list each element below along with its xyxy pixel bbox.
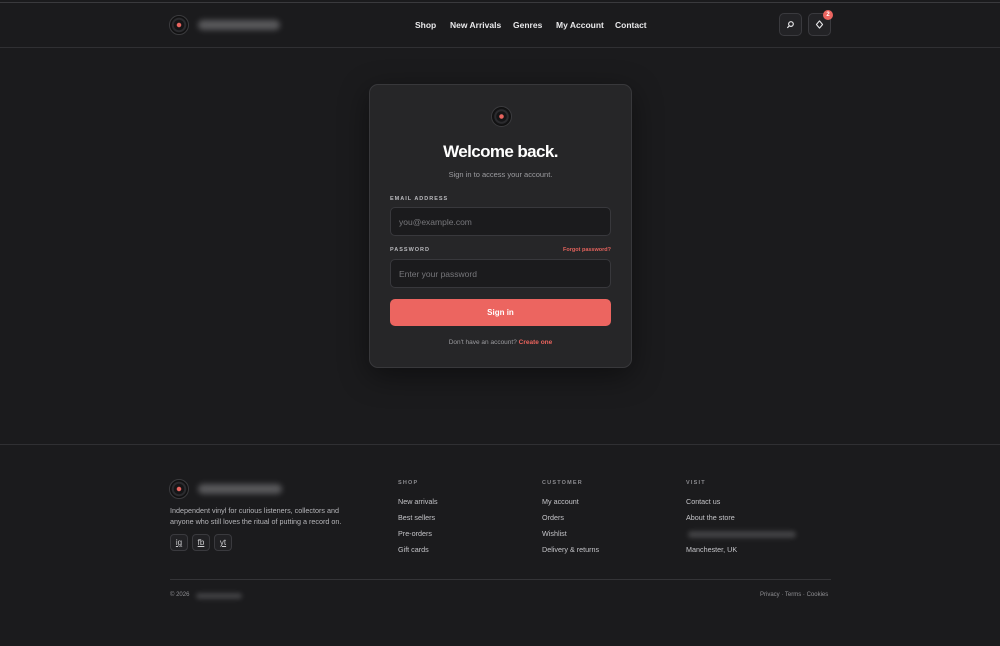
- search-button[interactable]: [779, 13, 802, 36]
- sign-in-button[interactable]: Sign in: [390, 299, 611, 326]
- password-field[interactable]: [390, 259, 611, 288]
- footer-tagline: Independent vinyl for curious listeners,…: [170, 506, 342, 526]
- copyright-name-redacted: [196, 593, 242, 599]
- facebook-link[interactable]: fb: [192, 534, 210, 551]
- copyright-text: © 2026: [170, 592, 190, 598]
- nav-contact[interactable]: Contact: [615, 20, 647, 30]
- nav-genres[interactable]: Genres: [513, 20, 542, 30]
- footer-heading-shop: SHOP: [398, 480, 419, 486]
- instagram-link[interactable]: ig: [170, 534, 188, 551]
- email-field[interactable]: [390, 207, 611, 236]
- login-subtitle: Sign in to access your account.: [448, 170, 553, 179]
- site-header: Shop New Arrivals Genres My Account Cont…: [0, 3, 1000, 48]
- terms-link[interactable]: Terms: [785, 592, 801, 598]
- legal-links: Privacy · Terms · Cookies: [760, 592, 828, 598]
- nav-shop[interactable]: Shop: [415, 20, 436, 30]
- vinyl-logo-icon: [491, 106, 512, 127]
- footer-link-about-store[interactable]: About the store: [686, 513, 735, 522]
- footer-link-new-arrivals[interactable]: New arrivals: [398, 497, 438, 506]
- privacy-link[interactable]: Privacy: [760, 592, 780, 598]
- password-label: PASSWORD: [390, 247, 430, 253]
- no-account-text: Don't have an account?: [448, 339, 517, 346]
- legal-separator: ·: [781, 592, 784, 598]
- store-name-redacted: [198, 484, 282, 494]
- footer-link-pre-orders[interactable]: Pre-orders: [398, 529, 432, 538]
- store-name-redacted: [198, 20, 280, 30]
- footer-link-best-sellers[interactable]: Best sellers: [398, 513, 435, 522]
- legal-separator: ·: [802, 592, 805, 598]
- footer-link-orders[interactable]: Orders: [542, 513, 564, 522]
- site-footer: Independent vinyl for curious listeners,…: [0, 444, 1000, 646]
- vinyl-logo-icon[interactable]: [169, 15, 189, 35]
- nav-my-account[interactable]: My Account: [556, 20, 604, 30]
- cookies-link[interactable]: Cookies: [807, 592, 829, 598]
- search-icon: [787, 21, 794, 29]
- footer-link-my-account[interactable]: My account: [542, 497, 579, 506]
- forgot-password-link[interactable]: Forgot password?: [563, 247, 611, 253]
- nav-new-arrivals[interactable]: New Arrivals: [450, 20, 501, 30]
- copyright: © 2026: [170, 592, 189, 598]
- cart-button[interactable]: 2: [808, 10, 833, 36]
- create-account-link[interactable]: Create one: [519, 339, 553, 346]
- address-redacted: [688, 531, 796, 538]
- signup-prompt: Don't have an account? Create one: [370, 339, 631, 346]
- footer-link-contact-us[interactable]: Contact us: [686, 497, 720, 506]
- footer-heading-customer: CUSTOMER: [542, 480, 583, 486]
- footer-link-gift-cards[interactable]: Gift cards: [398, 545, 429, 554]
- footer-location: Manchester, UK: [686, 545, 738, 554]
- footer-heading-visit: VISIT: [686, 480, 706, 486]
- footer-divider: [170, 579, 831, 580]
- youtube-link[interactable]: yt: [214, 534, 232, 551]
- login-card: Welcome back. Sign in to access your acc…: [369, 84, 632, 368]
- cart-count-badge: 2: [823, 10, 833, 20]
- footer-link-wishlist[interactable]: Wishlist: [542, 529, 567, 538]
- cart-icon: [815, 20, 824, 29]
- vinyl-logo-icon[interactable]: [169, 479, 189, 499]
- email-label: EMAIL ADDRESS: [390, 196, 449, 202]
- footer-link-delivery-returns[interactable]: Delivery & returns: [542, 545, 599, 554]
- login-title: Welcome back.: [443, 142, 558, 161]
